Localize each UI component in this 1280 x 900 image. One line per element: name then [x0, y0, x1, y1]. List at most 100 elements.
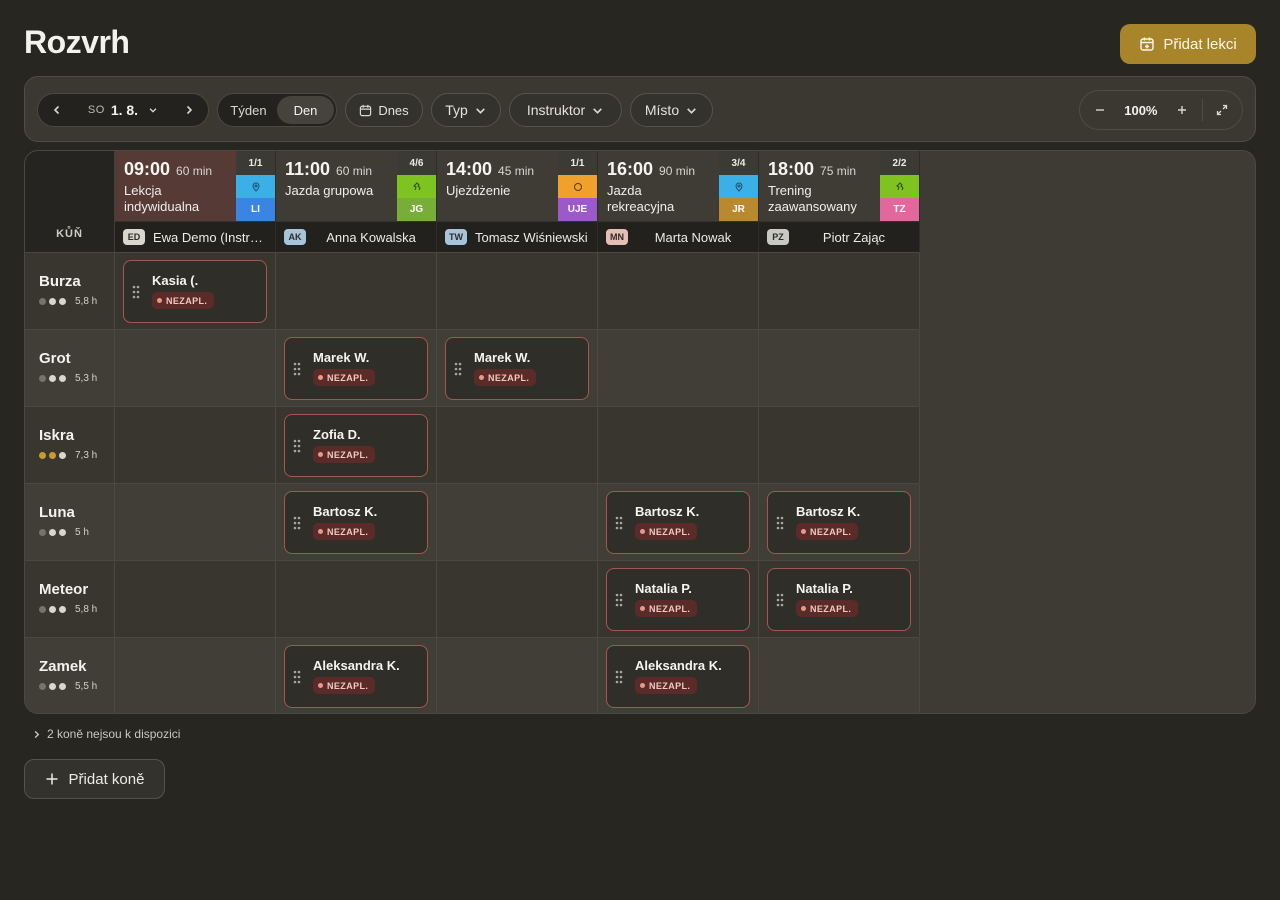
date-navigator: SO 1. 8. [37, 93, 209, 127]
booking-card[interactable]: Kasia (. NEZAPL. [123, 260, 267, 323]
lesson-capacity: 1/1 [558, 151, 597, 175]
drag-handle-icon[interactable] [776, 593, 784, 607]
lesson-type-code: LI [236, 198, 275, 221]
workload-dot [39, 452, 46, 459]
workload-dot [49, 529, 56, 536]
horse-cell[interactable]: Zamek 5,5 h [25, 638, 115, 713]
payment-status-badge: NEZAPL. [635, 677, 698, 694]
drag-handle-icon[interactable] [615, 516, 623, 530]
add-horse-button[interactable]: Přidat koně [24, 759, 165, 799]
booking-card[interactable]: Natalia P. NEZAPL. [606, 568, 750, 631]
lesson-time: 14:00 [446, 159, 493, 179]
column-divider [919, 330, 920, 406]
lesson-header[interactable]: 11:00 60 min Jazda grupowa 4/6 JG AK Anna… [276, 151, 437, 252]
drag-handle-icon[interactable] [293, 516, 301, 530]
zoom-control: 100% [1079, 90, 1243, 130]
instructor-name: Marta Nowak [654, 229, 732, 245]
instructor-avatar: ED [123, 229, 145, 245]
column-divider [597, 407, 598, 483]
type-filter[interactable]: Typ [431, 93, 501, 127]
view-day-tab[interactable]: Den [277, 96, 334, 124]
zoom-out-button[interactable] [1080, 91, 1119, 129]
lesson-time: 16:00 [607, 159, 654, 179]
horse-cell[interactable]: Meteor 5,8 h [25, 561, 115, 637]
horse-cell[interactable]: Luna 5 h [25, 484, 115, 560]
instructor-filter[interactable]: Instruktor [509, 93, 622, 127]
drag-handle-icon[interactable] [615, 670, 623, 684]
horse-name: Zamek [39, 658, 87, 675]
drag-handle-icon[interactable] [293, 362, 301, 376]
lesson-name: Lekcja indywidualna [124, 183, 200, 214]
booking-rider-name: Bartosz K. [635, 504, 700, 519]
drag-handle-icon[interactable] [132, 285, 140, 299]
drag-handle-icon[interactable] [293, 439, 301, 453]
payment-status-label: NEZAPL. [327, 372, 369, 383]
type-filter-label: Typ [445, 102, 468, 118]
lesson-header[interactable]: 18:00 75 min Trening zaawansowany 2/2 TZ … [759, 151, 920, 252]
lesson-instructor: ED Ewa Demo (Instruktor) [115, 221, 275, 252]
view-week-tab[interactable]: Týden [220, 96, 277, 124]
horse-workload: 5,5 h [39, 681, 114, 692]
lesson-header[interactable]: 09:00 60 min Lekcja indywidualna 1/1 LI E… [115, 151, 276, 252]
lesson-side-panel: 1/1 UJE [558, 151, 597, 221]
date-picker[interactable]: SO 1. 8. [88, 102, 158, 118]
horse-cell[interactable]: Burza 5,8 h [25, 253, 115, 329]
instructor-name: Tomasz Wiśniewski [475, 229, 588, 245]
column-divider [275, 330, 276, 406]
place-filter-label: Místo [644, 102, 680, 118]
unavailable-horses-toggle[interactable]: 2 koně nejsou k dispozici [32, 727, 180, 741]
workload-dot [49, 606, 56, 613]
lesson-header[interactable]: 16:00 90 min Jazda rekreacyjna 3/4 JR MN … [598, 151, 759, 252]
prev-day-button[interactable] [44, 97, 70, 123]
lesson-header-main: 11:00 60 min Jazda grupowa [276, 151, 397, 221]
fullscreen-button[interactable] [1203, 91, 1242, 129]
lesson-side-panel: 1/1 LI [236, 151, 275, 221]
instructor-avatar: AK [284, 229, 306, 245]
booking-card[interactable]: Aleksandra K. NEZAPL. [284, 645, 428, 708]
payment-status-badge: NEZAPL. [313, 677, 376, 694]
horse-cell[interactable]: Grot 5,3 h [25, 330, 115, 406]
page-title: Rozvrh [24, 24, 130, 60]
column-divider [919, 561, 920, 637]
booking-card[interactable]: Aleksandra K. NEZAPL. [606, 645, 750, 708]
payment-status-badge: NEZAPL. [635, 523, 698, 540]
booking-card[interactable]: Bartosz K. NEZAPL. [606, 491, 750, 554]
horse-hours: 5,8 h [75, 296, 98, 307]
date-value: 1. 8. [110, 102, 139, 118]
lesson-header-main: 16:00 90 min Jazda rekreacyjna [598, 151, 719, 221]
status-dot [318, 683, 323, 688]
status-dot [801, 606, 806, 611]
today-button[interactable]: Dnes [345, 93, 423, 127]
column-divider [597, 561, 598, 637]
drag-handle-icon[interactable] [293, 670, 301, 684]
horse-row: Iskra 7,3 h Zofia D. NEZAPL. [25, 406, 920, 483]
horse-row: Meteor 5,8 h Natalia P. NEZAPL. Natalia … [25, 560, 920, 637]
place-filter[interactable]: Místo [630, 93, 713, 127]
add-lesson-button[interactable]: Přidat lekci [1120, 24, 1256, 64]
workload-dot [39, 606, 46, 613]
zoom-in-button[interactable] [1162, 91, 1201, 129]
toolbar: SO 1. 8. Týden Den Dnes Typ Instruktor M… [24, 76, 1256, 142]
lesson-header[interactable]: 14:00 45 min Ujeżdżenie 1/1 UJE TW Tomasz… [437, 151, 598, 252]
workload-dot [39, 529, 46, 536]
column-divider [758, 638, 759, 713]
add-horse-label: Přidat koně [68, 770, 145, 788]
drag-handle-icon[interactable] [615, 593, 623, 607]
drag-handle-icon[interactable] [776, 516, 784, 530]
booking-card[interactable]: Marek W. NEZAPL. [284, 337, 428, 400]
horse-column-label: KŮŇ [56, 228, 83, 240]
lesson-time-row: 09:00 60 min [124, 159, 227, 180]
booking-card[interactable]: Natalia P. NEZAPL. [767, 568, 911, 631]
drag-handle-icon[interactable] [454, 362, 462, 376]
lesson-name: Jazda rekreacyjna [607, 183, 675, 214]
booking-card[interactable]: Zofia D. NEZAPL. [284, 414, 428, 477]
horse-cell[interactable]: Iskra 7,3 h [25, 407, 115, 483]
lesson-type-code: JR [719, 198, 758, 221]
column-divider [919, 407, 920, 483]
horse-row: Grot 5,3 h Marek W. NEZAPL. Marek W. NEZ… [25, 329, 920, 406]
booking-card[interactable]: Bartosz K. NEZAPL. [284, 491, 428, 554]
next-day-button[interactable] [176, 97, 202, 123]
booking-card[interactable]: Bartosz K. NEZAPL. [767, 491, 911, 554]
booking-card[interactable]: Marek W. NEZAPL. [445, 337, 589, 400]
status-dot [318, 529, 323, 534]
